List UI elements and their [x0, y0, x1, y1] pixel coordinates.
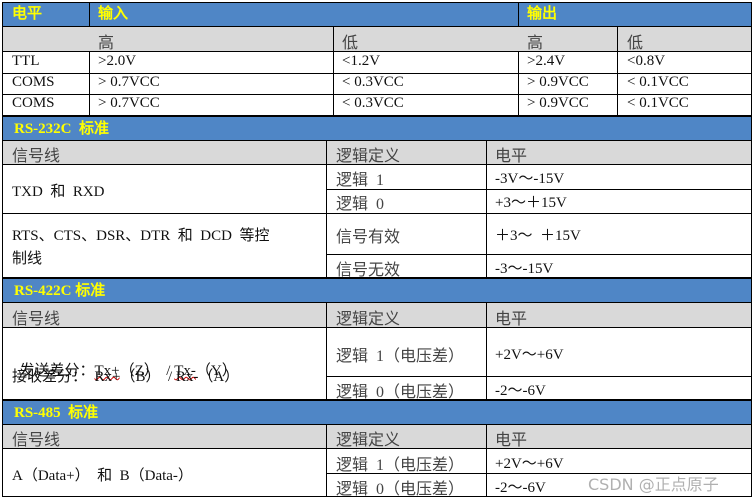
column-logic: 逻辑定义 — [336, 148, 401, 165]
in-high: >2.0V — [98, 53, 137, 69]
in-high: > 0.7VCC — [98, 74, 160, 90]
rs232-signal-control-line2: 制线 — [12, 251, 43, 267]
divider — [326, 376, 752, 377]
level-value: -2～-6V — [495, 480, 546, 496]
divider — [326, 141, 327, 278]
rs232-header — [2, 116, 752, 141]
divider — [486, 425, 487, 497]
divider — [326, 303, 327, 400]
input-low-label: 低 — [342, 35, 359, 52]
output-low-label: 低 — [627, 35, 644, 52]
row-name: COMS — [12, 95, 55, 111]
input-header-label: 输入 — [98, 6, 129, 22]
out-low: < 0.1VCC — [627, 74, 689, 90]
column-signal: 信号线 — [12, 432, 61, 449]
out-low: <0.8V — [627, 53, 666, 69]
column-logic: 逻辑定义 — [336, 311, 401, 328]
divider — [486, 303, 487, 400]
divider — [486, 141, 487, 278]
divider — [326, 425, 327, 497]
column-level: 电平 — [495, 148, 528, 165]
rs422-title: RS-422C 标准 — [14, 283, 106, 299]
out-high: > 0.9VCC — [527, 95, 589, 111]
level-value: +3～＋15V — [495, 195, 567, 211]
rs485-header — [2, 400, 752, 425]
out-high: >2.4V — [527, 53, 566, 69]
rs422-header — [2, 278, 752, 303]
row-name: COMS — [12, 74, 55, 90]
level-value: +2V～+6V — [495, 456, 564, 472]
logic-def: 信号有效 — [336, 229, 401, 246]
logic-def: 逻辑 1（电压差） — [336, 348, 465, 365]
column-logic: 逻辑定义 — [336, 432, 401, 449]
logic-def: 逻辑 1 — [336, 172, 385, 189]
in-low: < 0.3VCC — [342, 95, 404, 111]
divider — [326, 189, 752, 190]
out-high: > 0.9VCC — [527, 74, 589, 90]
logic-def: 逻辑 0（电压差） — [336, 481, 465, 498]
level-value: -2～-6V — [495, 383, 546, 399]
in-low: < 0.3VCC — [342, 74, 404, 90]
column-signal: 信号线 — [12, 311, 61, 328]
column-level: 电平 — [495, 311, 528, 328]
level-value: ＋3～ ＋15V — [495, 228, 581, 244]
input-high-label: 高 — [98, 35, 115, 52]
rs485-title: RS-485 标准 — [14, 405, 99, 421]
level-value: +2V～+6V — [495, 347, 564, 363]
logic-def: 逻辑 0（电压差） — [336, 384, 465, 401]
row-name: TTL — [12, 53, 40, 69]
rs232-signal-txd-rxd: TXD 和 RXD — [12, 184, 105, 200]
column-level: 电平 — [495, 432, 528, 449]
divider — [326, 254, 752, 255]
in-high: > 0.7VCC — [98, 95, 160, 111]
rs422-signal-rx: 接收差分： Rx+（B） / Rx-（A） — [12, 369, 240, 385]
out-low: < 0.1VCC — [627, 95, 689, 111]
column-signal: 信号线 — [12, 148, 61, 165]
in-low: <1.2V — [342, 53, 381, 69]
level-header-label: 电平 — [12, 6, 43, 22]
logic-def: 信号无效 — [336, 262, 401, 279]
output-header-label: 输出 — [527, 6, 558, 22]
logic-def: 逻辑 1（电压差） — [336, 457, 465, 474]
logic-def: 逻辑 0 — [336, 196, 385, 213]
rs485-signal: A（Data+） 和 B（Data-） — [12, 468, 193, 484]
level-value: -3～-15V — [495, 261, 554, 277]
output-high-label: 高 — [527, 35, 544, 52]
rs232-title: RS-232C 标准 — [14, 121, 110, 137]
level-value: -3V～-15V — [495, 171, 565, 187]
watermark: CSDN @正点原子 — [588, 475, 719, 494]
rs232-signal-control-line1: RTS、CTS、DSR、DTR 和 DCD 等控 — [12, 228, 270, 244]
